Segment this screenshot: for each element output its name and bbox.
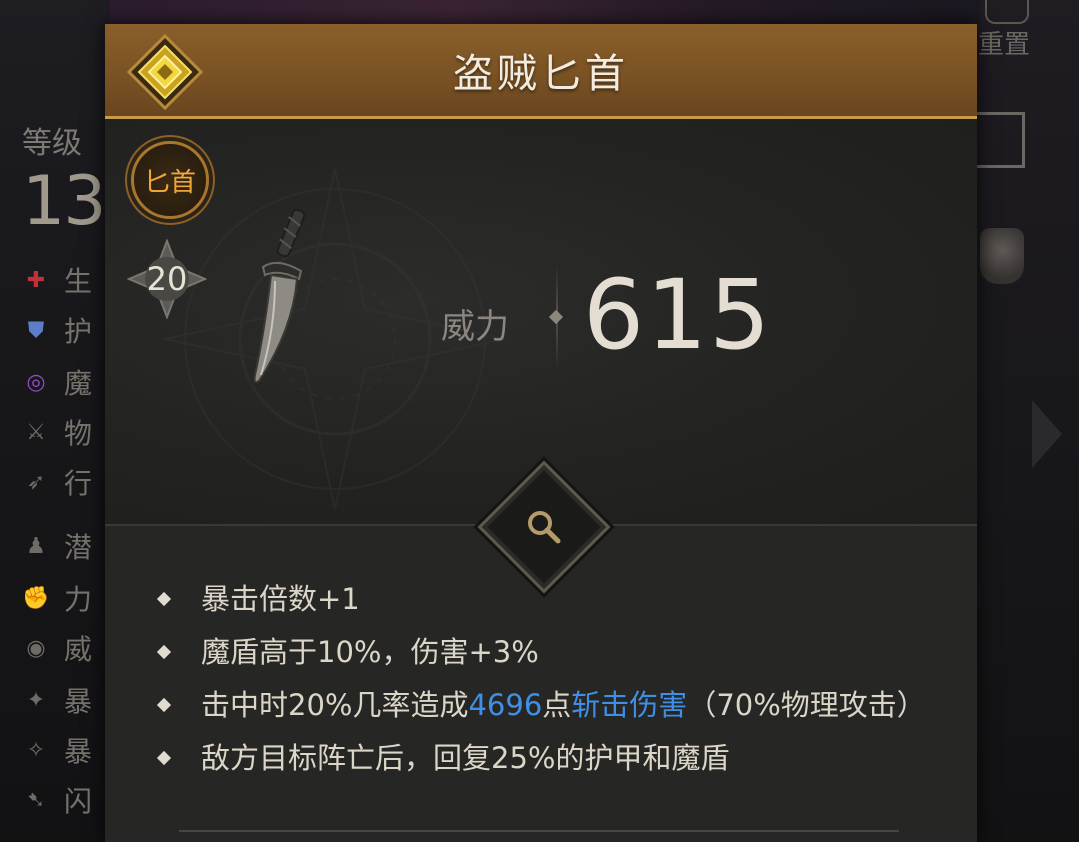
crit-damage-icon: ✧ [26, 737, 46, 763]
background-character-art [110, 0, 980, 24]
affix-text: （70%物理攻击） [687, 688, 926, 722]
stat-label: 闪 [64, 785, 93, 818]
diamond-bullet-icon [156, 750, 172, 766]
armor-shield-icon: ⛊ [27, 317, 45, 343]
stat-label: 力 [64, 583, 93, 616]
magic-swirl-icon: ◎ [26, 369, 46, 395]
item-level-value: 20 [146, 260, 188, 298]
fist-icon: ✊ [22, 585, 50, 611]
stat-label: 暴 [64, 735, 93, 768]
diamond-bullet-icon [156, 644, 172, 660]
item-type-badge: 匕首 [131, 141, 209, 219]
crit-icon: ✦ [26, 687, 46, 713]
stat-row: ➶ 行 [22, 462, 110, 502]
next-arrow-icon[interactable] [1032, 400, 1062, 468]
affix-text: 击中时20%几率造成 [201, 688, 469, 722]
level-value: 13 [22, 162, 107, 241]
equipment-slot-frame[interactable] [976, 112, 1025, 168]
health-cross-icon: ✚ [26, 267, 46, 293]
rarity-gem-icon [127, 34, 203, 110]
stat-row: ◉ 威 [22, 628, 110, 668]
power-value: 615 [583, 259, 773, 371]
item-level-badge: 20 [127, 239, 207, 319]
item-type-label: 匕首 [143, 167, 196, 198]
stat-row: ⚔ 物 [22, 412, 110, 452]
armor-slot-icon[interactable] [980, 228, 1024, 284]
affix-item: 魔盾高于10%，伤害+3% [149, 631, 939, 673]
stat-label: 生 [64, 265, 93, 298]
affix-list: 暴击倍数+1 魔盾高于10%，伤害+3% 击中时20%几率造成4696点斩击伤害（7… [149, 578, 939, 790]
dagger-icon [253, 209, 306, 384]
stat-row: ➷ 闪 [22, 780, 110, 820]
affix-text: 魔盾高于10%，伤害+3% [201, 635, 539, 669]
reset-button[interactable]: 重置 [978, 24, 1030, 61]
stat-row: ✧ 暴 [22, 730, 110, 770]
stat-label: 潜 [64, 531, 93, 564]
stat-label: 物 [64, 417, 93, 450]
affix-text: 敌方目标阵亡后，回复25%的护甲和魔盾 [201, 741, 730, 775]
stat-label: 行 [64, 467, 93, 500]
affix-item: 击中时20%几率造成4696点斩击伤害（70%物理攻击） [149, 684, 939, 726]
affix-text: 暴击倍数+1 [201, 582, 360, 616]
reset-icon[interactable] [985, 0, 1029, 24]
stat-row: ♟ 潜 [22, 526, 110, 566]
affix-text: 点 [542, 688, 572, 722]
affix-item: 敌方目标阵亡后，回复25%的护甲和魔盾 [149, 737, 939, 779]
stat-row: ✊ 力 [22, 578, 110, 618]
item-name: 盗贼匕首 [453, 51, 629, 97]
stat-row: ✦ 暴 [22, 680, 110, 720]
stat-row: ✚ 生 [22, 260, 110, 300]
diamond-bullet-icon [156, 591, 172, 607]
tooltip-bottom-divider [179, 830, 899, 832]
magnifier-icon [528, 511, 561, 544]
stat-label: 魔 [64, 367, 93, 400]
stat-label: 暴 [64, 685, 93, 718]
stat-row: ◎ 魔 [22, 362, 110, 402]
stat-label: 威 [64, 633, 93, 666]
affix-item: 暴击倍数+1 [149, 578, 939, 620]
target-icon: ◉ [26, 635, 46, 661]
wing-icon: ➶ [26, 469, 46, 495]
power-label: 威力 [441, 307, 509, 347]
affix-highlight-text: 4696 [468, 688, 543, 722]
stat-label: 护 [64, 315, 93, 348]
diamond-bullet-icon [156, 697, 172, 713]
item-tooltip: 盗贼匕首 匕首 20 威力 615 暴击倍数+1 魔盾高于10%，伤害+3% 击… [105, 24, 977, 842]
affix-highlight-text: 斩击伤害 [571, 688, 688, 722]
dodge-icon: ➷ [26, 787, 46, 813]
power-divider-dot [548, 309, 564, 325]
tooltip-title-bar: 盗贼匕首 [105, 24, 977, 119]
level-label: 等级 [22, 126, 82, 161]
sword-icon: ⚔ [26, 419, 46, 445]
stealth-figure-icon: ♟ [26, 533, 46, 559]
stat-row: ⛊ 护 [22, 310, 110, 350]
